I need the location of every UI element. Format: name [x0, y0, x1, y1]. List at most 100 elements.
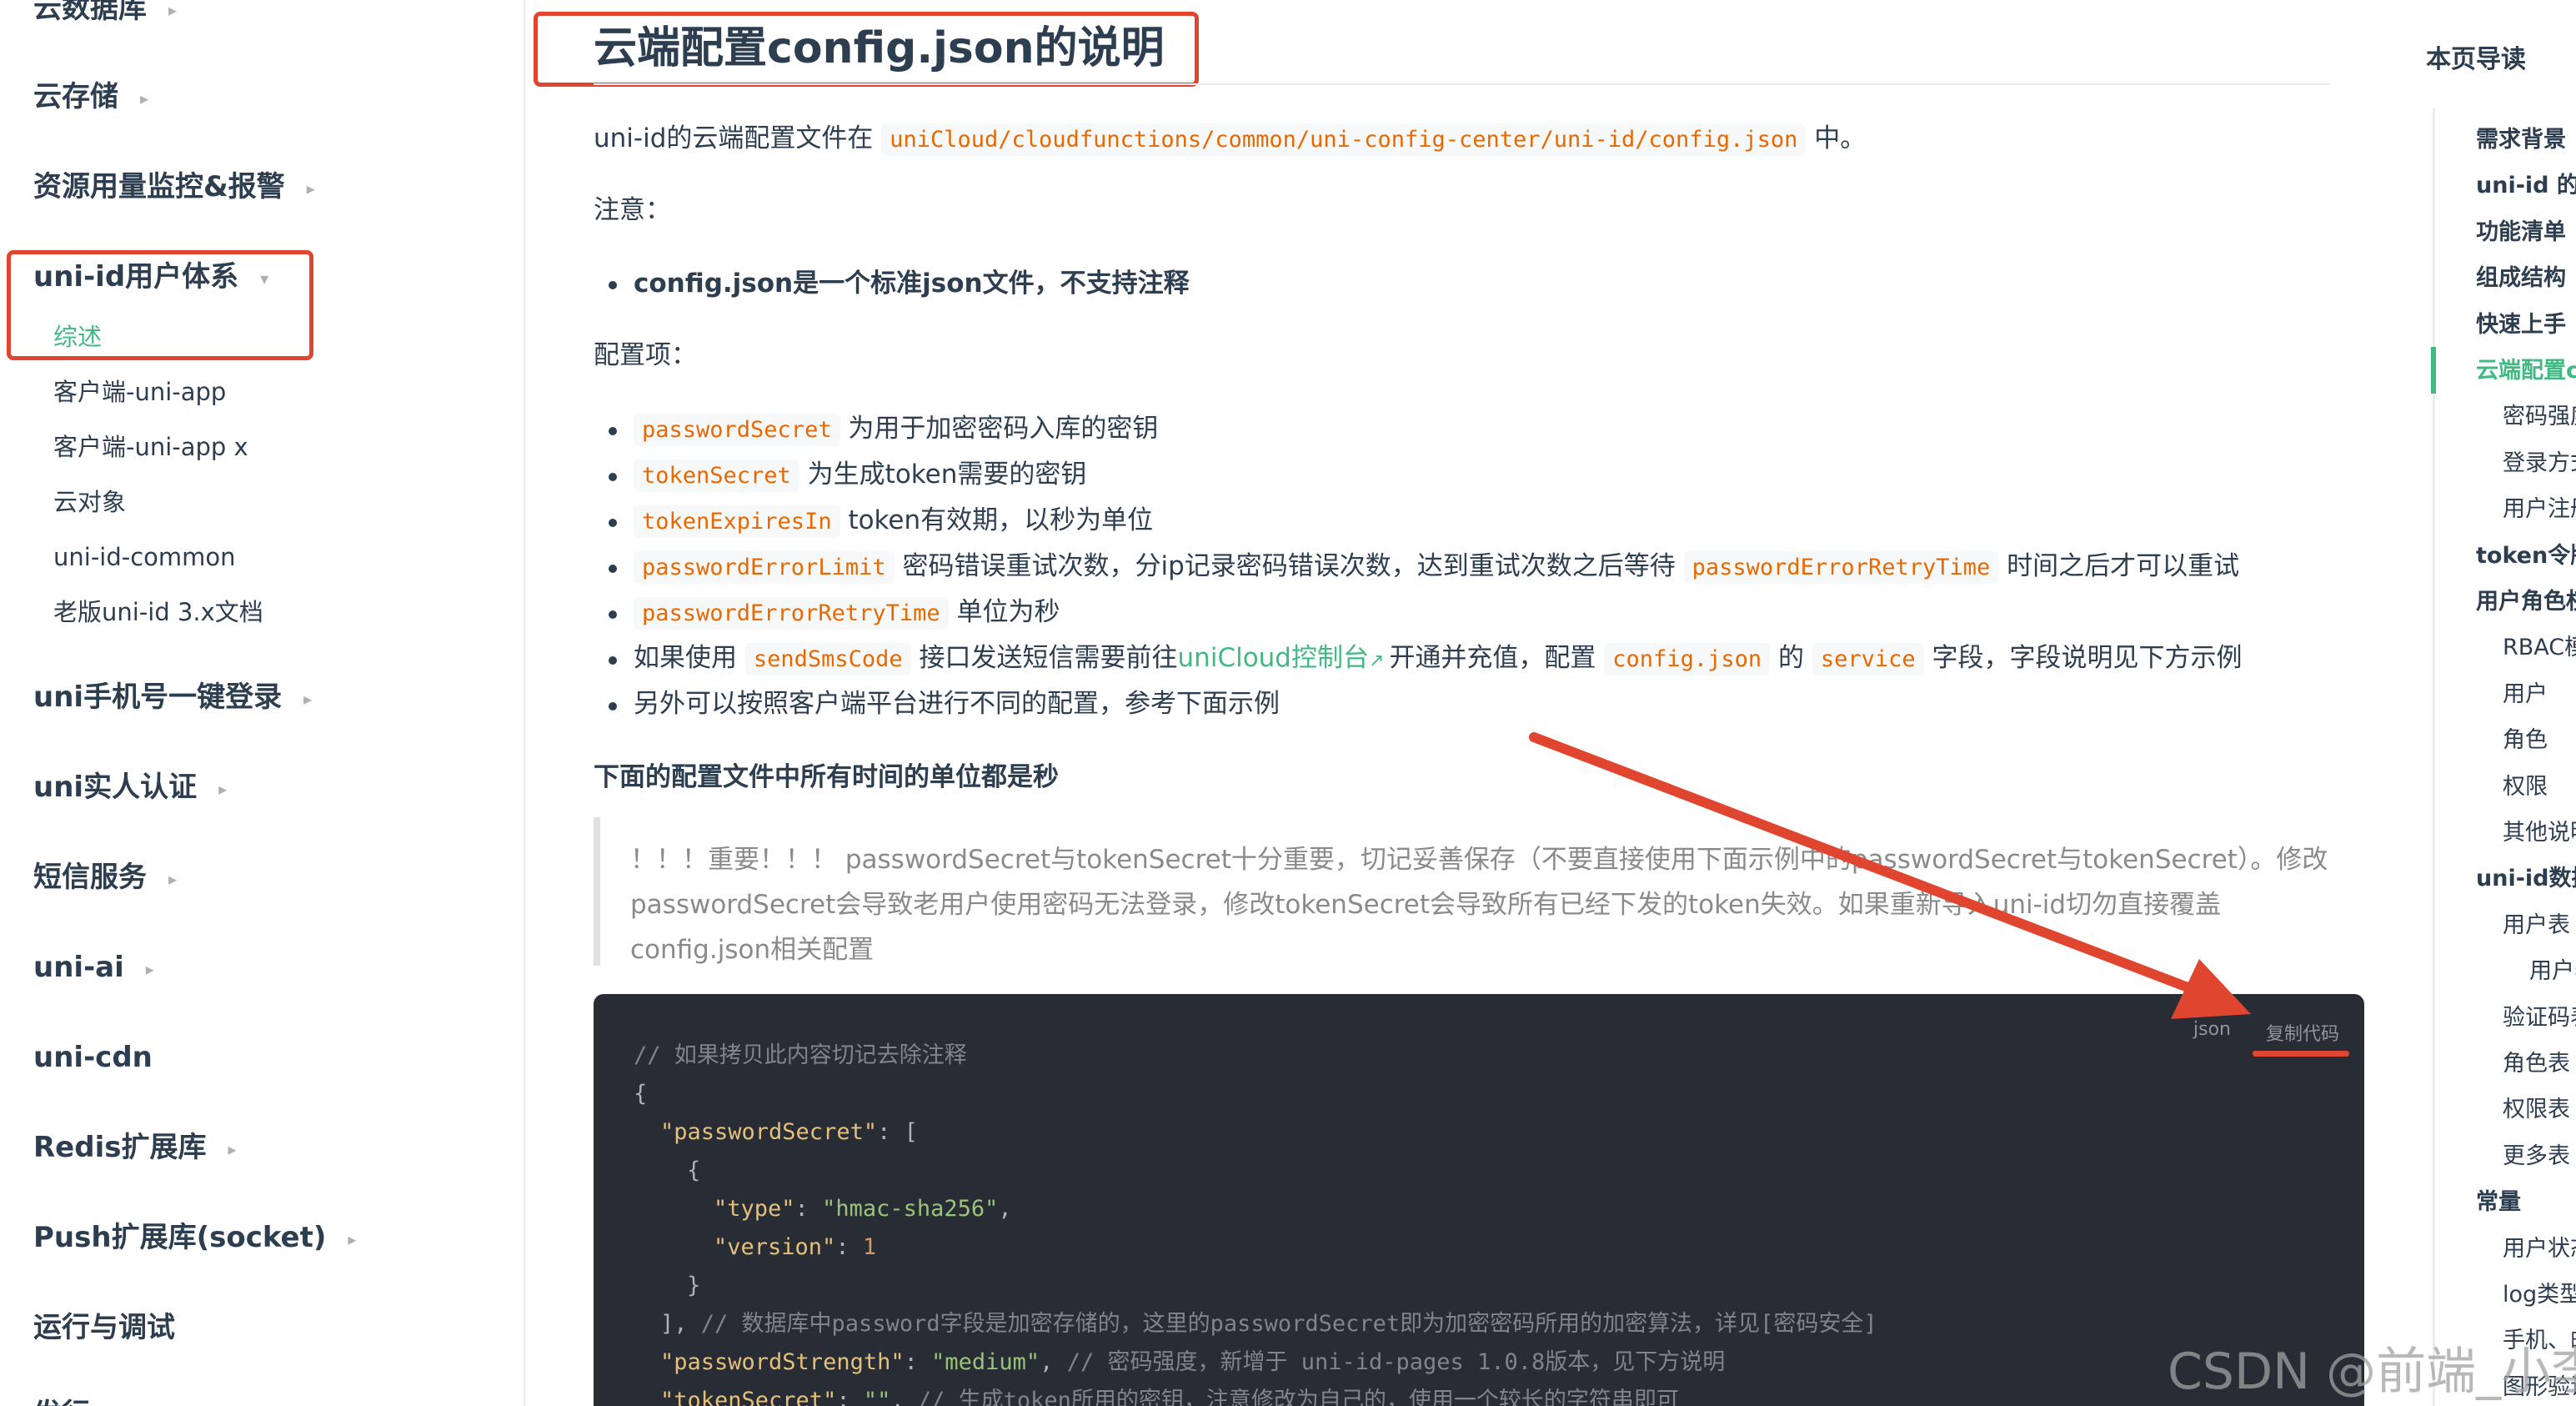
sidebar-item-label: 短信服务 — [33, 861, 147, 894]
sidebar-subitem-client-uniappx[interactable]: 客户端-uni-app x — [53, 432, 248, 462]
toc-item[interactable]: 用户注册时 — [2503, 495, 2576, 525]
toc-title: 本页导读 — [2426, 45, 2526, 74]
sidebar-item-cloud-db[interactable]: 云数据库 ▸ — [33, 0, 177, 27]
code-number: 1 — [862, 1234, 877, 1260]
sidebar-item-redis[interactable]: Redis扩展库 ▸ — [33, 1131, 237, 1166]
chevron-right-icon: ▸ — [348, 1228, 357, 1249]
code-line: } — [687, 1273, 701, 1298]
toc-item[interactable]: 角色 — [2503, 726, 2548, 756]
sms-middle: 接口发送短信需要前往 — [919, 643, 1178, 673]
inline-code: tokenSecret — [634, 459, 799, 492]
toc-item[interactable]: 常量 — [2476, 1188, 2521, 1218]
table-of-contents: 本页导读 需求背景 uni-id 的价值功能清单组成结构快速上手云端配置con 密码… — [2401, 0, 2576, 1406]
warning-blockquote: ！！！重要！！！ passwordSecret与tokenSecret十分重要，… — [594, 817, 2338, 966]
sidebar-item-release[interactable]: 发行 — [33, 1398, 90, 1406]
inline-code: passwordErrorRetryTime — [1683, 551, 1999, 584]
toc-item[interactable]: log类型 — [2503, 1280, 2576, 1310]
sidebar-item-cloud-storage[interactable]: 云存储 ▸ — [33, 80, 148, 115]
toc-item[interactable]: 更多表 — [2503, 1142, 2570, 1172]
toc-item[interactable]: 用户表 — [2503, 911, 2570, 941]
toc-item[interactable]: 组成结构 — [2476, 264, 2566, 294]
sidebar-item-uni-cdn[interactable]: uni-cdn — [33, 1041, 153, 1074]
config-item-text: 为生成token需要的密钥 — [807, 459, 1087, 490]
sidebar-subitem-client-uniapp[interactable]: 客户端-uni-app — [53, 377, 226, 407]
code-key: "tokenSecret" — [660, 1388, 837, 1406]
toc-item[interactable]: 用户 — [2503, 680, 2548, 710]
code-line: "tokenSecret": "", // 生成token所用的密钥，注意修改为… — [660, 1384, 1679, 1406]
sms-de: 的 — [1777, 643, 1804, 673]
toc-item[interactable]: 云端配置con — [2476, 356, 2576, 386]
toc-item[interactable]: 功能清单 — [2476, 218, 2566, 248]
bullet-icon — [609, 565, 617, 573]
note-item: config.json是一个标准json文件，不支持注释 — [634, 269, 1190, 299]
toc-item[interactable]: 需求背景 — [2476, 125, 2566, 155]
inline-code: passwordErrorRetryTime — [634, 597, 949, 630]
toc-item[interactable]: 用户状态 — [2503, 1234, 2576, 1264]
intro-paragraph: uni-id的云端配置文件在 uniCloud/cloudfunctions/c… — [594, 120, 1866, 158]
code-line: "version": 1 — [714, 1234, 877, 1260]
toc-item[interactable]: 角色表 — [2503, 1049, 2570, 1079]
toc-item[interactable]: 密码强度 — [2503, 402, 2576, 432]
toc-item[interactable]: 用户角色权限 — [2476, 587, 2576, 617]
inline-code: sendSmsCode — [744, 643, 911, 675]
code-comment: // 生成token所用的密钥，注意修改为自己的，使用一个较长的字符串即可 — [917, 1388, 1679, 1406]
bullet-icon — [609, 702, 617, 711]
copy-code-button[interactable]: 复制代码 — [2266, 1019, 2339, 1046]
toc-item[interactable]: 权限 — [2503, 772, 2548, 802]
sidebar-subitem-uni-id-common[interactable]: uni-id-common — [53, 542, 236, 572]
annotation-underline — [2253, 1051, 2349, 1057]
code-comment: // 密码强度，新增于 uni-id-pages 1.0.8版本，见下方说明 — [1066, 1349, 1726, 1375]
sidebar-subitem-cloud-object[interactable]: 云对象 — [53, 487, 126, 517]
csdn-watermark: CSDN @前端_小李 — [2168, 1343, 2576, 1401]
toc-item[interactable]: 用户表索 — [2529, 957, 2576, 987]
toc-item[interactable]: 权限表 — [2503, 1095, 2570, 1125]
sidebar-item-one-click-login[interactable]: uni手机号一键登录 ▸ — [33, 680, 312, 716]
code-key: "passwordStrength" — [660, 1349, 905, 1375]
quote-line: ！！！重要！！！ passwordSecret与tokenSecret十分重要，… — [630, 845, 2328, 875]
toc-item[interactable]: uni-id 的价值 — [2476, 171, 2576, 201]
code-line: { — [634, 1081, 648, 1107]
sidebar-item-resource-monitor[interactable]: 资源用量监控&报警 ▸ — [33, 170, 315, 205]
note-label: 注意： — [594, 195, 671, 225]
inline-code: tokenExpiresIn — [634, 505, 840, 538]
sms-suffix: 字段，字段说明见下方示例 — [1932, 643, 2243, 673]
code-key: "version" — [714, 1234, 836, 1260]
sidebar-item-label: uni实人认证 — [33, 771, 198, 804]
chevron-right-icon: ▸ — [168, 868, 178, 889]
sidebar-item-label: Push扩展库(socket) — [33, 1221, 327, 1254]
sidebar-subitem-legacy-docs[interactable]: 老版uni-id 3.x文档 — [53, 597, 263, 627]
bullet-icon — [609, 281, 617, 289]
chevron-right-icon: ▸ — [140, 88, 149, 108]
sidebar-item-label: uni-cdn — [33, 1041, 153, 1074]
sidebar-item-push-socket[interactable]: Push扩展库(socket) ▸ — [33, 1221, 356, 1256]
unicloud-console-link[interactable]: uniCloud控制台 — [1178, 643, 1369, 673]
chevron-right-icon: ▸ — [306, 178, 315, 198]
sidebar-item-real-name-auth[interactable]: uni实人认证 ▸ — [33, 771, 227, 806]
chevron-right-icon: ▸ — [145, 958, 154, 979]
toc-item[interactable]: 验证码表 — [2503, 1003, 2576, 1033]
inline-code: passwordSecret — [634, 414, 840, 446]
sidebar-item-label: 发行 — [33, 1398, 90, 1406]
toc-item[interactable]: uni-id数据表 — [2476, 864, 2576, 894]
platform-item: 另外可以按照客户端平台进行不同的配置，参考下面示例 — [634, 689, 1280, 719]
sidebar-item-run-debug[interactable]: 运行与调试 — [33, 1311, 175, 1344]
sidebar-item-uni-ai[interactable]: uni-ai ▸ — [33, 951, 154, 986]
code-language-label: json — [2193, 1019, 2231, 1040]
chevron-right-icon: ▸ — [228, 1138, 237, 1159]
toc-item[interactable]: 其他说明 — [2503, 818, 2576, 848]
config-path-code: uniCloud/cloudfunctions/common/uni-confi… — [881, 123, 1807, 156]
code-line: { — [687, 1157, 701, 1183]
toc-item[interactable]: 登录方式及 — [2503, 449, 2576, 479]
sidebar-item-sms[interactable]: 短信服务 ▸ — [33, 861, 177, 896]
inline-code: service — [1812, 643, 1924, 675]
bullet-icon — [609, 427, 617, 435]
sms-after-link: 开通并充值，配置 — [1389, 643, 1596, 673]
toc-item[interactable]: token令牌 — [2476, 541, 2576, 571]
title-divider — [594, 83, 2331, 85]
intro-suffix: 中。 — [1814, 123, 1867, 153]
sidebar-item-label: 云存储 — [33, 80, 118, 113]
toc-item[interactable]: 快速上手 — [2476, 310, 2566, 340]
toc-item[interactable]: RBAC模型 — [2503, 633, 2576, 663]
code-line: // 如果拷贝此内容切记去除注释 — [634, 1042, 967, 1068]
quote-line: config.json相关配置 — [630, 935, 875, 965]
